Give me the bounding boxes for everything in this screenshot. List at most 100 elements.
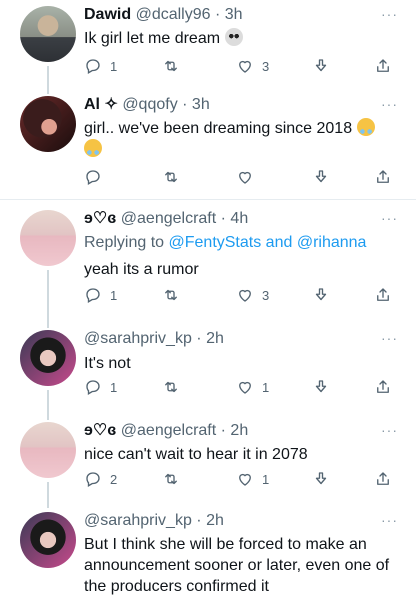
heart-icon bbox=[239, 473, 251, 486]
retweet-icon bbox=[165, 60, 177, 72]
reply-icon bbox=[86, 170, 100, 185]
display-name[interactable]: Al ✧ bbox=[84, 96, 118, 113]
tweet-text: Ik girl let me dream bbox=[84, 28, 404, 49]
reply-button[interactable] bbox=[84, 167, 102, 187]
action-bar: 1 3 bbox=[84, 285, 394, 305]
download-button[interactable] bbox=[312, 469, 330, 489]
user-handle[interactable]: @sarahpriv_kp bbox=[84, 330, 192, 347]
tweet-text: nice can't wait to hear it in 2078 bbox=[84, 446, 308, 463]
share-button[interactable] bbox=[374, 167, 392, 187]
reply-icon bbox=[86, 472, 100, 487]
share-icon bbox=[377, 472, 389, 485]
avatar[interactable] bbox=[20, 512, 76, 568]
reply-count: 2 bbox=[110, 471, 118, 487]
avatar[interactable] bbox=[20, 96, 76, 152]
reply-button[interactable]: 2 bbox=[84, 469, 117, 489]
timestamp[interactable]: · 2h bbox=[196, 330, 224, 347]
retweet-button[interactable] bbox=[162, 377, 180, 397]
download-arrow-icon bbox=[315, 380, 327, 393]
timestamp[interactable]: · 2h bbox=[196, 512, 224, 529]
more-options-button[interactable]: ··· bbox=[381, 330, 398, 346]
replying-to: Replying to @FentyStats and @rihanna bbox=[84, 234, 367, 251]
download-button[interactable] bbox=[312, 56, 330, 76]
share-button[interactable] bbox=[374, 469, 392, 489]
reply-icon bbox=[86, 288, 100, 303]
tweet-header: ɘ♡ɞ @aengelcraft · 2h bbox=[84, 421, 248, 441]
reply-count: 1 bbox=[110, 379, 118, 395]
action-bar: 1 3 bbox=[84, 56, 394, 76]
share-button[interactable] bbox=[374, 377, 392, 397]
user-handle[interactable]: @aengelcraft bbox=[121, 422, 216, 439]
action-bar bbox=[84, 167, 394, 187]
mention-link[interactable]: @rihanna bbox=[297, 234, 367, 251]
like-count: 3 bbox=[262, 287, 270, 303]
tweet-header: @sarahpriv_kp · 2h bbox=[84, 329, 224, 349]
reply-button[interactable]: 1 bbox=[84, 377, 117, 397]
timestamp[interactable]: · 2h bbox=[221, 422, 249, 439]
avatar[interactable] bbox=[20, 330, 76, 386]
retweet-icon bbox=[165, 289, 177, 301]
tweet-text: yeah its a rumor bbox=[84, 261, 199, 278]
divider bbox=[0, 199, 416, 200]
download-arrow-icon bbox=[315, 170, 327, 183]
crying-face-emoji-icon bbox=[84, 139, 102, 157]
download-button[interactable] bbox=[312, 167, 330, 187]
like-count: 1 bbox=[262, 379, 270, 395]
like-button[interactable]: 1 bbox=[236, 377, 269, 397]
like-button[interactable]: 1 bbox=[236, 469, 269, 489]
more-options-button[interactable]: ··· bbox=[381, 512, 398, 528]
display-name[interactable]: ɘ♡ɞ bbox=[84, 210, 116, 227]
like-button[interactable]: 3 bbox=[236, 56, 269, 76]
mention-link[interactable]: @FentyStats bbox=[169, 234, 262, 251]
avatar[interactable] bbox=[20, 6, 76, 62]
more-options-button[interactable]: ··· bbox=[381, 6, 398, 22]
heart-icon bbox=[239, 289, 251, 302]
download-button[interactable] bbox=[312, 377, 330, 397]
share-button[interactable] bbox=[374, 285, 392, 305]
avatar[interactable] bbox=[20, 422, 76, 478]
more-options-button[interactable]: ··· bbox=[381, 96, 398, 112]
display-name[interactable]: ɘ♡ɞ bbox=[84, 422, 116, 439]
retweet-button[interactable] bbox=[162, 167, 180, 187]
thread-line bbox=[47, 66, 49, 94]
reply-button[interactable]: 1 bbox=[84, 285, 117, 305]
mention-and[interactable]: and bbox=[266, 234, 293, 251]
timestamp[interactable]: · 3h bbox=[182, 96, 210, 113]
retweet-button[interactable] bbox=[162, 285, 180, 305]
thread-line bbox=[47, 390, 49, 420]
download-arrow-icon bbox=[315, 288, 327, 301]
reply-count: 1 bbox=[110, 287, 118, 303]
share-button[interactable] bbox=[374, 56, 392, 76]
more-options-button[interactable]: ··· bbox=[381, 422, 398, 438]
heart-icon bbox=[239, 60, 251, 73]
download-button[interactable] bbox=[312, 285, 330, 305]
avatar[interactable] bbox=[20, 210, 76, 266]
user-handle[interactable]: @sarahpriv_kp bbox=[84, 512, 192, 529]
display-name[interactable]: Dawid bbox=[84, 6, 131, 23]
reply-icon bbox=[86, 380, 100, 395]
share-icon bbox=[377, 288, 389, 301]
more-options-button[interactable]: ··· bbox=[381, 210, 398, 226]
tweet-text: It's not bbox=[84, 355, 131, 372]
heart-icon bbox=[239, 171, 251, 184]
tweet-header: Al ✧ @qqofy · 3h bbox=[84, 95, 210, 115]
download-arrow-icon bbox=[315, 59, 327, 72]
reply-count: 1 bbox=[110, 58, 118, 74]
user-handle[interactable]: @dcally96 bbox=[136, 6, 211, 23]
like-button[interactable]: 3 bbox=[236, 285, 269, 305]
like-button[interactable] bbox=[236, 167, 254, 187]
reply-button[interactable]: 1 bbox=[84, 56, 117, 76]
like-count: 3 bbox=[262, 58, 270, 74]
action-bar: 2 1 bbox=[84, 469, 394, 489]
retweet-button[interactable] bbox=[162, 469, 180, 489]
retweet-icon bbox=[165, 381, 177, 393]
user-handle[interactable]: @aengelcraft bbox=[121, 210, 216, 227]
share-icon bbox=[377, 170, 389, 183]
timestamp[interactable]: · 3h bbox=[215, 6, 243, 23]
user-handle[interactable]: @qqofy bbox=[122, 96, 177, 113]
action-bar: 1 1 bbox=[84, 377, 394, 397]
thread-line bbox=[47, 482, 49, 508]
timestamp[interactable]: · 4h bbox=[221, 210, 249, 227]
retweet-button[interactable] bbox=[162, 56, 180, 76]
download-arrow-icon bbox=[315, 472, 327, 485]
